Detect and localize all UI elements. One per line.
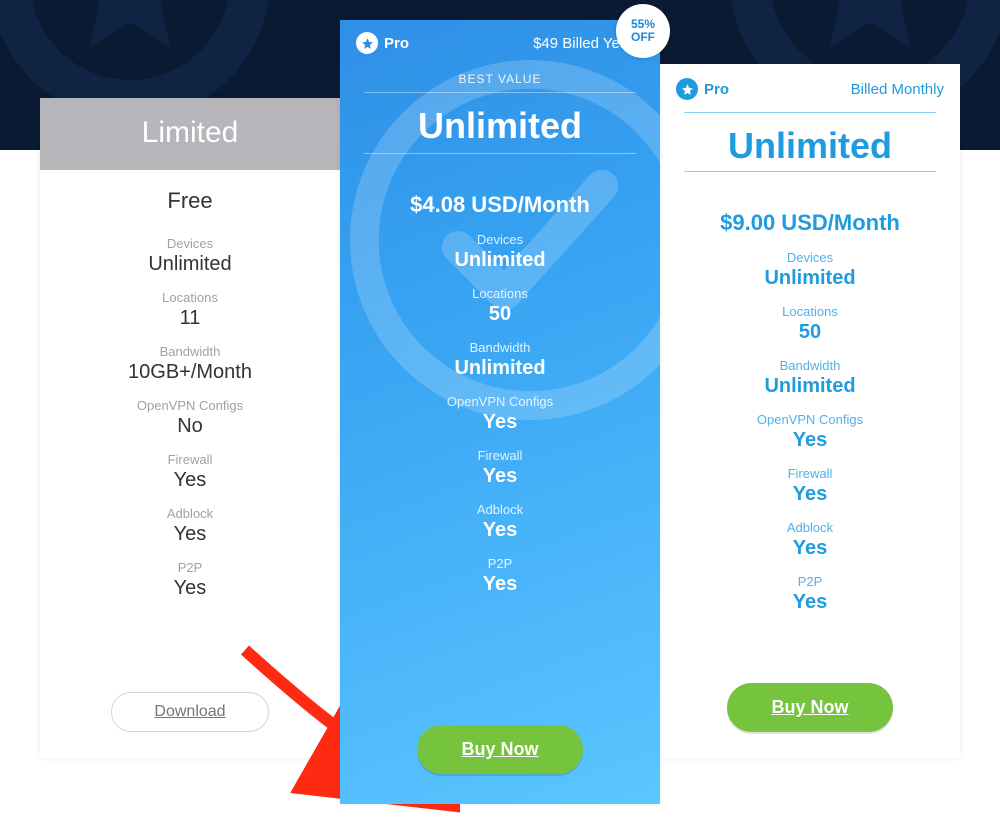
feature-value: Yes: [670, 591, 950, 614]
plan-name: Unlimited: [660, 125, 960, 167]
divider: [364, 153, 636, 154]
feature-label: Adblock: [50, 506, 330, 521]
plan-monthly: Pro Billed Monthly Unlimited $9.00 USD/M…: [660, 64, 960, 758]
feature-value: Unlimited: [350, 249, 650, 272]
feature-label: P2P: [350, 556, 650, 571]
download-button[interactable]: Download: [111, 692, 268, 732]
star-icon: [676, 78, 698, 100]
plan-title: Limited: [40, 98, 340, 170]
feature-value: Yes: [670, 429, 950, 452]
feature-label: Locations: [50, 290, 330, 305]
feature-value: Yes: [350, 519, 650, 542]
buy-now-button[interactable]: Buy Now: [727, 683, 892, 732]
feature-value: Yes: [350, 573, 650, 596]
discount-off: OFF: [631, 31, 655, 44]
divider: [684, 171, 936, 172]
plan-price: $4.08 USD/Month: [340, 192, 660, 218]
plan-price: $9.00 USD/Month: [660, 210, 960, 236]
feature-value: No: [50, 415, 330, 438]
discount-badge: 55% OFF: [616, 4, 670, 58]
feature-label: OpenVPN Configs: [350, 394, 650, 409]
feature-value: Yes: [670, 483, 950, 506]
feature-value: Yes: [50, 469, 330, 492]
feature-value: Yes: [50, 523, 330, 546]
feature-value: 10GB+/Month: [50, 361, 330, 384]
feature-label: Bandwidth: [50, 344, 330, 359]
divider: [684, 112, 936, 113]
plan-featured: 55% OFF Pro $49 Billed Yearly BEST VALUE…: [340, 20, 660, 804]
feature-value: Unlimited: [350, 357, 650, 380]
feature-value: Unlimited: [670, 267, 950, 290]
divider: [364, 92, 636, 93]
feature-list: Devices Unlimited Locations 50 Bandwidth…: [340, 218, 660, 596]
feature-label: OpenVPN Configs: [50, 398, 330, 413]
feature-value: Yes: [350, 411, 650, 434]
pro-label: Pro: [384, 35, 409, 52]
feature-label: Firewall: [670, 466, 950, 481]
feature-value: Yes: [50, 577, 330, 600]
pro-label: Pro: [704, 81, 729, 98]
feature-value: 50: [350, 303, 650, 326]
feature-label: P2P: [50, 560, 330, 575]
feature-list: Devices Unlimited Locations 50 Bandwidth…: [660, 236, 960, 614]
plan-name: Unlimited: [340, 105, 660, 147]
feature-list: Devices Unlimited Locations 11 Bandwidth…: [40, 222, 340, 600]
billing-cycle: Billed Monthly: [851, 81, 944, 98]
feature-label: Adblock: [350, 502, 650, 517]
feature-label: Devices: [670, 250, 950, 265]
feature-label: Locations: [670, 304, 950, 319]
feature-label: Devices: [350, 232, 650, 247]
feature-label: Bandwidth: [670, 358, 950, 373]
feature-value: 11: [50, 307, 330, 330]
feature-value: 50: [670, 321, 950, 344]
feature-label: Firewall: [350, 448, 650, 463]
feature-value: Unlimited: [50, 253, 330, 276]
feature-value: Yes: [670, 537, 950, 560]
feature-label: Firewall: [50, 452, 330, 467]
pricing-cards: Limited Free Devices Unlimited Locations…: [0, 0, 1000, 804]
star-icon: [356, 32, 378, 54]
feature-value: Unlimited: [670, 375, 950, 398]
feature-value: Yes: [350, 465, 650, 488]
plan-price: Free: [40, 170, 340, 222]
plan-limited: Limited Free Devices Unlimited Locations…: [40, 98, 340, 758]
feature-label: Locations: [350, 286, 650, 301]
feature-label: Adblock: [670, 520, 950, 535]
feature-label: OpenVPN Configs: [670, 412, 950, 427]
feature-label: Devices: [50, 236, 330, 251]
buy-now-button[interactable]: Buy Now: [417, 725, 582, 774]
feature-label: Bandwidth: [350, 340, 650, 355]
best-value-label: BEST VALUE: [340, 72, 660, 86]
feature-label: P2P: [670, 574, 950, 589]
